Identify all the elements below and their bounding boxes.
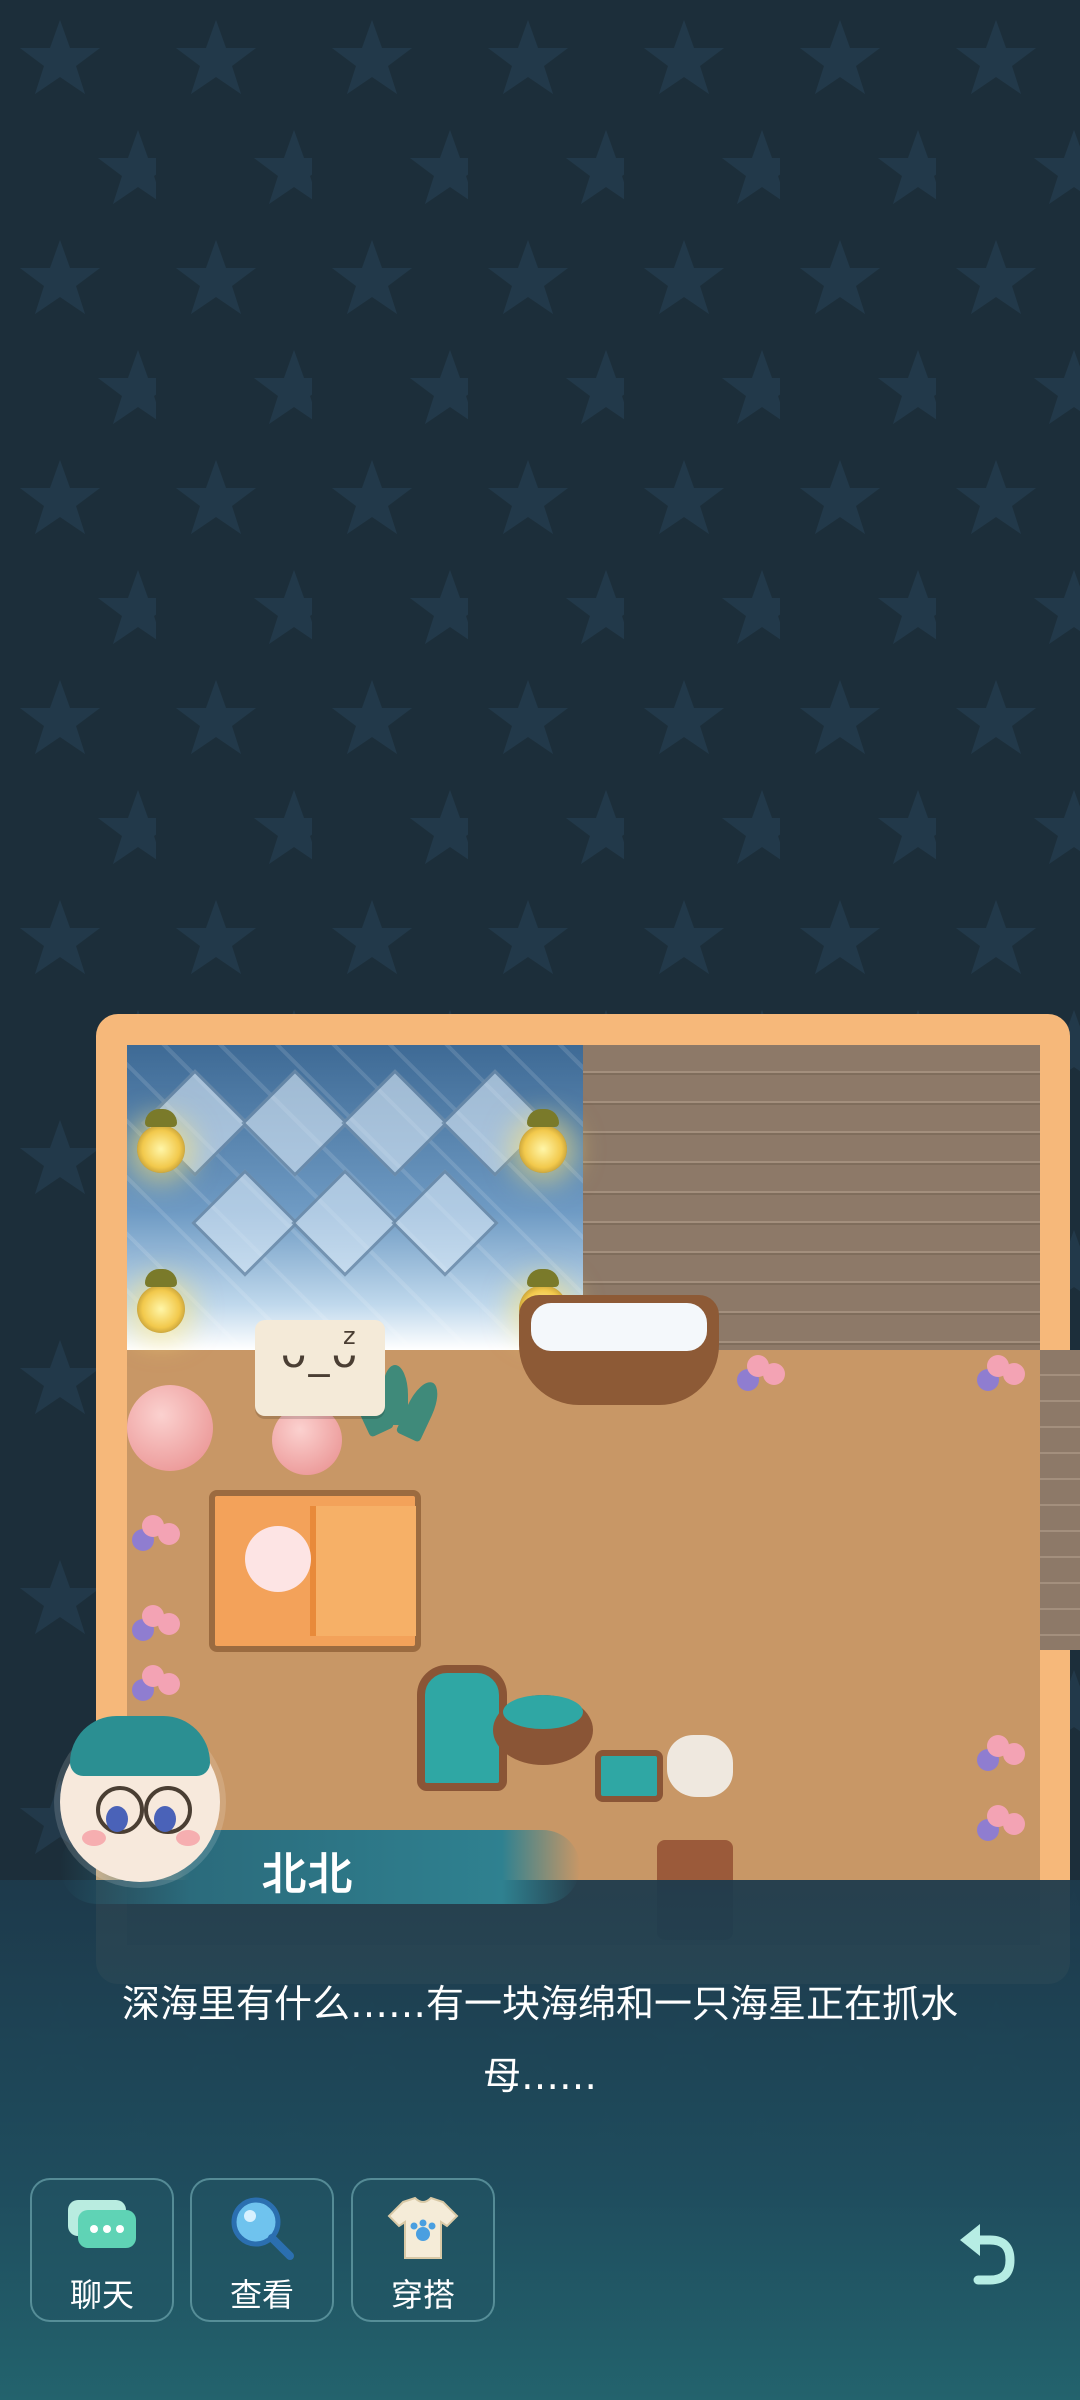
dialogue-panel[interactable] — [0, 1880, 1080, 2400]
cheek — [82, 1830, 106, 1846]
room-scene[interactable] — [127, 1045, 1040, 1945]
stool[interactable] — [595, 1750, 663, 1802]
wall-lamp[interactable] — [137, 1109, 185, 1173]
wallpaper-diamond — [391, 1169, 499, 1277]
view-button[interactable]: 查看 — [190, 2178, 334, 2322]
outfit-button[interactable]: 穿搭 — [351, 2178, 495, 2322]
flower-decoration — [987, 1355, 1009, 1377]
round-table[interactable] — [493, 1695, 593, 1765]
character-name: 北北 — [262, 1849, 354, 1900]
eye — [154, 1806, 176, 1832]
chat-icon — [32, 2192, 172, 2264]
character-avatar[interactable] — [60, 1716, 220, 1882]
sleeping-pet[interactable] — [245, 1526, 311, 1592]
wallpaper-diamond — [291, 1169, 399, 1277]
flower-vase[interactable] — [127, 1385, 213, 1471]
hat-icon — [70, 1716, 210, 1776]
wallpaper-diamond — [241, 1069, 349, 1177]
blanket — [310, 1506, 416, 1636]
undo-icon — [960, 2224, 1015, 2285]
cheek — [176, 1830, 200, 1846]
view-button-label: 查看 — [229, 2276, 294, 2314]
flower-decoration — [987, 1805, 1009, 1827]
wallpaper-diamond — [191, 1169, 299, 1277]
sleep-z: z — [343, 1322, 356, 1350]
bathtub[interactable] — [519, 1295, 719, 1405]
outfit-button-label: 穿搭 — [390, 2276, 455, 2314]
flower-decoration — [142, 1665, 164, 1687]
dialogue-text: 深海里有什么……有一块海绵和一只海星正在抓水母…… — [121, 1982, 958, 2098]
shirt-icon — [353, 2192, 493, 2264]
flower-decoration — [142, 1515, 164, 1537]
chat-button[interactable]: 聊天 — [30, 2178, 174, 2322]
wallpaper-left — [127, 1045, 583, 1350]
flower-decoration — [987, 1735, 1009, 1757]
flower-decoration — [142, 1605, 164, 1627]
wall-lamp[interactable] — [519, 1109, 567, 1173]
wallpaper-diamond — [341, 1069, 449, 1177]
wall-lamp[interactable] — [137, 1269, 185, 1333]
sleep-bubble: ᴗ_ᴗ z — [255, 1320, 385, 1416]
doorway-right[interactable] — [1040, 1350, 1080, 1650]
bed[interactable] — [209, 1490, 421, 1652]
eye — [106, 1806, 128, 1832]
magnifier-icon — [192, 2192, 332, 2264]
flower-decoration — [747, 1355, 769, 1377]
chat-button-label: 聊天 — [69, 2276, 134, 2314]
undo-button[interactable] — [952, 2218, 1024, 2290]
sleep-face-text: ᴗ_ᴗ — [280, 1328, 360, 1377]
sheep-ornament[interactable] — [667, 1735, 733, 1797]
